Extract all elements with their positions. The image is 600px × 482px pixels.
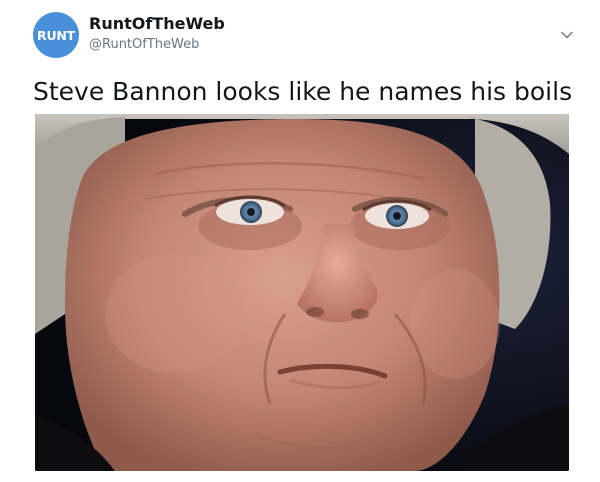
avatar-logo-text: RUNT bbox=[37, 28, 75, 43]
photo-face-illustration bbox=[35, 114, 569, 471]
chevron-down-icon[interactable] bbox=[559, 27, 575, 43]
avatar[interactable]: RUNT bbox=[33, 12, 79, 58]
display-name[interactable]: RuntOfTheWeb bbox=[89, 13, 225, 35]
tweet-photo[interactable] bbox=[35, 114, 569, 471]
author-names: RuntOfTheWeb @RuntOfTheWeb bbox=[89, 13, 225, 55]
tweet-card: RUNT RuntOfTheWeb @RuntOfTheWeb Steve Ba… bbox=[0, 0, 600, 482]
tweet-header: RUNT RuntOfTheWeb @RuntOfTheWeb bbox=[33, 12, 573, 62]
user-handle[interactable]: @RuntOfTheWeb bbox=[89, 35, 225, 55]
tweet-text: Steve Bannon looks like he names his boi… bbox=[33, 77, 573, 106]
